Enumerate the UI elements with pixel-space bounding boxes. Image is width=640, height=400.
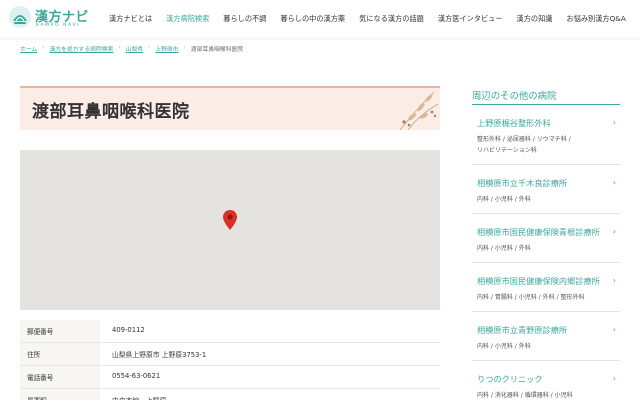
hospital-name-link[interactable]: 相模原市国民健康保険内郷診療所: [477, 275, 606, 287]
department-label: 外科: [543, 294, 561, 301]
department-label: 小児科: [554, 392, 573, 399]
hospital-name-link[interactable]: りつのクリニック: [477, 373, 606, 385]
nearby-hospital-item[interactable]: りつのクリニック内科 消化器科 循環器科 小児科 ›: [472, 361, 620, 400]
department-label: リウマチ科: [537, 136, 571, 143]
hospital-departments: 内科 胃腸科 小児科 外科 整形外科: [477, 292, 606, 303]
nav-item[interactable]: お悩み別漢方Q&A: [559, 14, 632, 24]
breadcrumb-separator: ›: [42, 45, 45, 51]
info-row: 郵便番号 409-0112: [20, 320, 440, 343]
department-label: 内科: [477, 392, 495, 399]
department-label: 外科: [518, 343, 531, 350]
page-title-banner: 渡部耳鼻咽喉科医院: [20, 86, 440, 130]
info-value: 0554-63-0621: [112, 372, 161, 380]
info-row: 電話番号 0554-63-0621: [20, 366, 440, 389]
hospital-departments: 整形外科 泌尿器科 リウマチ科 リハビリテーション科: [477, 134, 606, 156]
logo-subtext: KAMPO NAVI: [36, 23, 81, 28]
hospital-departments: 内科 小児科 外科: [477, 341, 606, 352]
hospital-name-link[interactable]: 相模原市国民健康保険青根診療所: [477, 226, 606, 238]
info-label: 郵便番号: [20, 320, 100, 342]
site-logo[interactable]: 漢方ナビ KAMPO NAVI: [8, 5, 94, 33]
breadcrumb-separator: ›: [148, 45, 151, 51]
nearby-hospital-item[interactable]: 相模原市立千木良診療所内科 小児科 外科 ›: [472, 165, 620, 214]
nav-item[interactable]: 漢方ナビとは: [102, 14, 159, 24]
department-label: 小児科: [519, 294, 543, 301]
info-label: 最寄駅: [20, 389, 100, 400]
nav-item[interactable]: 暮らしの中の漢方薬: [273, 14, 352, 24]
breadcrumb: ホーム › 漢方を処方する病院検索 › 山梨県 › 上野原市 › 渡部耳鼻咽喉科医院: [20, 43, 243, 53]
breadcrumb-link[interactable]: 山梨県: [126, 44, 143, 53]
herb-icon: [399, 91, 439, 130]
department-label: 小児科: [495, 343, 519, 350]
info-row: 最寄駅中央本線 上野原: [20, 389, 440, 400]
nav-item[interactable]: 気になる漢方の話題: [352, 14, 431, 24]
department-label: 内科: [477, 294, 495, 301]
breadcrumb-separator: ›: [183, 45, 186, 51]
department-label: 内科: [477, 245, 495, 252]
kampo-logo-icon: [9, 6, 31, 28]
nav-item[interactable]: 漢方の知識: [510, 14, 560, 24]
department-label: 胃腸科: [495, 294, 519, 301]
info-value: 山梨県上野原市 上野原3753-1: [112, 351, 207, 359]
hospital-departments: 内科 小児科 外科: [477, 243, 606, 254]
nearby-hospital-item[interactable]: 相模原市国民健康保険内郷診療所内科 胃腸科 小児科 外科 整形外科 ›: [472, 263, 620, 312]
nearby-hospital-item[interactable]: 相模原市立青野原診療所内科 小児科 外科 ›: [472, 312, 620, 361]
chevron-right-icon[interactable]: ›: [613, 118, 616, 127]
info-label: 住所: [20, 343, 100, 365]
nav-item[interactable]: 漢方医インタビュー: [431, 14, 510, 24]
department-label: 内科: [477, 343, 495, 350]
department-label: 整形外科: [560, 294, 585, 301]
sidebar-heading: 周辺のその他の病院: [472, 91, 557, 102]
info-row: 住所 山梨県上野原市 上野原3753-1: [20, 343, 440, 366]
chevron-right-icon[interactable]: ›: [613, 227, 616, 236]
department-label: 内科: [477, 196, 495, 203]
nav-item[interactable]: 暮らしの不調: [216, 14, 273, 24]
department-label: 消化器科: [495, 392, 525, 399]
info-value: 中央本線 上野原: [112, 395, 166, 400]
department-label: 整形外科: [477, 136, 507, 143]
hospital-name-link[interactable]: 相模原市立千木良診療所: [477, 177, 606, 189]
department-label: 泌尿器科: [507, 136, 537, 143]
department-label: リハビリテーション科: [477, 147, 537, 154]
main-nav: 漢方ナビとは 漢方病院検索 暮らしの不調 暮らしの中の漢方薬 気になる漢方の話題 漢方医イ…: [102, 0, 633, 38]
chevron-right-icon[interactable]: ›: [613, 276, 616, 285]
chevron-right-icon[interactable]: ›: [613, 178, 616, 187]
breadcrumb-link[interactable]: 上野原市: [155, 44, 178, 53]
department-label: 小児科: [495, 245, 519, 252]
hospital-name-link[interactable]: 相模原市立青野原診療所: [477, 324, 606, 336]
chevron-right-icon[interactable]: ›: [613, 374, 616, 383]
breadcrumb-separator: ›: [118, 45, 121, 51]
hospital-departments: 内科 小児科 外科: [477, 194, 606, 205]
info-value: 409-0112: [112, 326, 145, 334]
info-label: 電話番号: [20, 366, 100, 388]
breadcrumb-current: 渡部耳鼻咽喉科医院: [190, 46, 244, 53]
chevron-right-icon[interactable]: ›: [613, 325, 616, 334]
map-pin-icon[interactable]: [223, 210, 237, 230]
hospital-departments: 内科 消化器科 循環器科 小児科: [477, 390, 606, 400]
page-title: 渡部耳鼻咽喉科医院: [32, 102, 190, 122]
nav-item[interactable]: 漢方病院検索: [159, 14, 216, 24]
nearby-hospital-item[interactable]: 上野原梶谷整形外科整形外科 泌尿器科 リウマチ科 リハビリテーション科 ›: [472, 105, 620, 165]
nearby-hospitals-list: 上野原梶谷整形外科整形外科 泌尿器科 リウマチ科 リハビリテーション科 ›相模原…: [472, 105, 620, 400]
clinic-info-table: 郵便番号 409-0112 住所 山梨県上野原市 上野原3753-1 電話番号 0554-…: [20, 320, 440, 400]
breadcrumb-link[interactable]: 漢方を処方する病院検索: [50, 44, 114, 53]
hospital-name-link[interactable]: 上野原梶谷整形外科: [477, 117, 606, 129]
department-label: 循環器科: [525, 392, 555, 399]
site-header: 漢方ナビ KAMPO NAVI 漢方ナビとは 漢方病院検索 暮らしの不調 暮らしの中の…: [0, 0, 640, 38]
department-label: 外科: [518, 196, 531, 203]
map[interactable]: [20, 150, 440, 310]
nearby-hospital-item[interactable]: 相模原市国民健康保険青根診療所内科 小児科 外科 ›: [472, 214, 620, 263]
department-label: 外科: [518, 245, 531, 252]
breadcrumb-link[interactable]: ホーム: [20, 44, 37, 53]
department-label: 小児科: [495, 196, 519, 203]
